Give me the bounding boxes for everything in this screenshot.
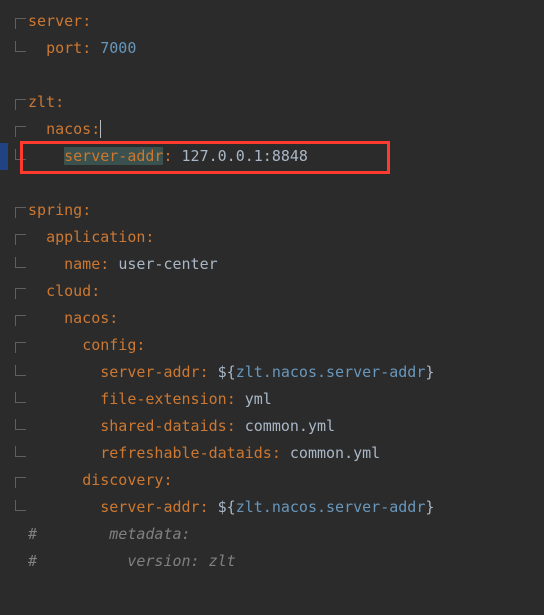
yaml-key: discovery	[82, 471, 163, 489]
code-line: discovery:	[0, 467, 544, 494]
yaml-value: common.yml	[245, 417, 335, 435]
yaml-key: cloud	[46, 282, 91, 300]
code-line: file-extension: yml	[0, 386, 544, 413]
yaml-key: server-addr	[100, 498, 199, 516]
code-line: server-addr: ${zlt.nacos.server-addr}	[0, 359, 544, 386]
yaml-value: user-center	[118, 255, 217, 273]
yaml-value: yml	[245, 390, 272, 408]
code-line: port: 7000	[0, 35, 544, 62]
code-line	[0, 170, 544, 197]
yaml-key: zlt	[28, 93, 55, 111]
code-line: nacos:	[0, 305, 544, 332]
yaml-key: nacos	[64, 309, 109, 327]
comment-hash: #	[28, 525, 37, 543]
yaml-value: 127.0.0.1:8848	[182, 147, 308, 165]
yaml-value: common.yml	[290, 444, 380, 462]
code-line: refreshable-dataids: common.yml	[0, 440, 544, 467]
yaml-key: server	[28, 12, 82, 30]
code-line: spring:	[0, 197, 544, 224]
yaml-key: shared-dataids	[100, 417, 226, 435]
code-line: zlt:	[0, 89, 544, 116]
yaml-key: refreshable-dataids	[100, 444, 272, 462]
yaml-key: spring	[28, 201, 82, 219]
code-line: server-addr: ${zlt.nacos.server-addr}	[0, 494, 544, 521]
yaml-reference: zlt.nacos.server-addr	[236, 363, 426, 381]
yaml-value: 7000	[100, 39, 136, 57]
code-line: server-addr: 127.0.0.1:8848	[0, 143, 544, 170]
code-line: cloud:	[0, 278, 544, 305]
code-line: name: user-center	[0, 251, 544, 278]
yaml-comment: version: zlt	[127, 552, 235, 570]
code-line: shared-dataids: common.yml	[0, 413, 544, 440]
code-line: # metadata:	[0, 521, 544, 548]
yaml-key: config	[82, 336, 136, 354]
code-editor[interactable]: server: port: 7000 zlt: nacos: server-ad…	[0, 0, 544, 575]
yaml-key: file-extension	[100, 390, 226, 408]
yaml-key: name	[64, 255, 100, 273]
yaml-comment: metadata:	[109, 525, 190, 543]
comment-hash: #	[28, 552, 37, 570]
yaml-key: server-addr	[64, 147, 163, 165]
code-line: nacos:	[0, 116, 544, 143]
yaml-key: nacos	[46, 120, 91, 138]
code-line: server:	[0, 8, 544, 35]
text-cursor	[100, 120, 101, 138]
code-line: # version: zlt	[0, 548, 544, 575]
yaml-key: server-addr	[100, 363, 199, 381]
yaml-reference: zlt.nacos.server-addr	[236, 498, 426, 516]
code-line	[0, 62, 544, 89]
yaml-key: application	[46, 228, 145, 246]
code-line: config:	[0, 332, 544, 359]
code-line: application:	[0, 224, 544, 251]
line-selection-marker	[0, 143, 8, 170]
yaml-key: port	[46, 39, 82, 57]
